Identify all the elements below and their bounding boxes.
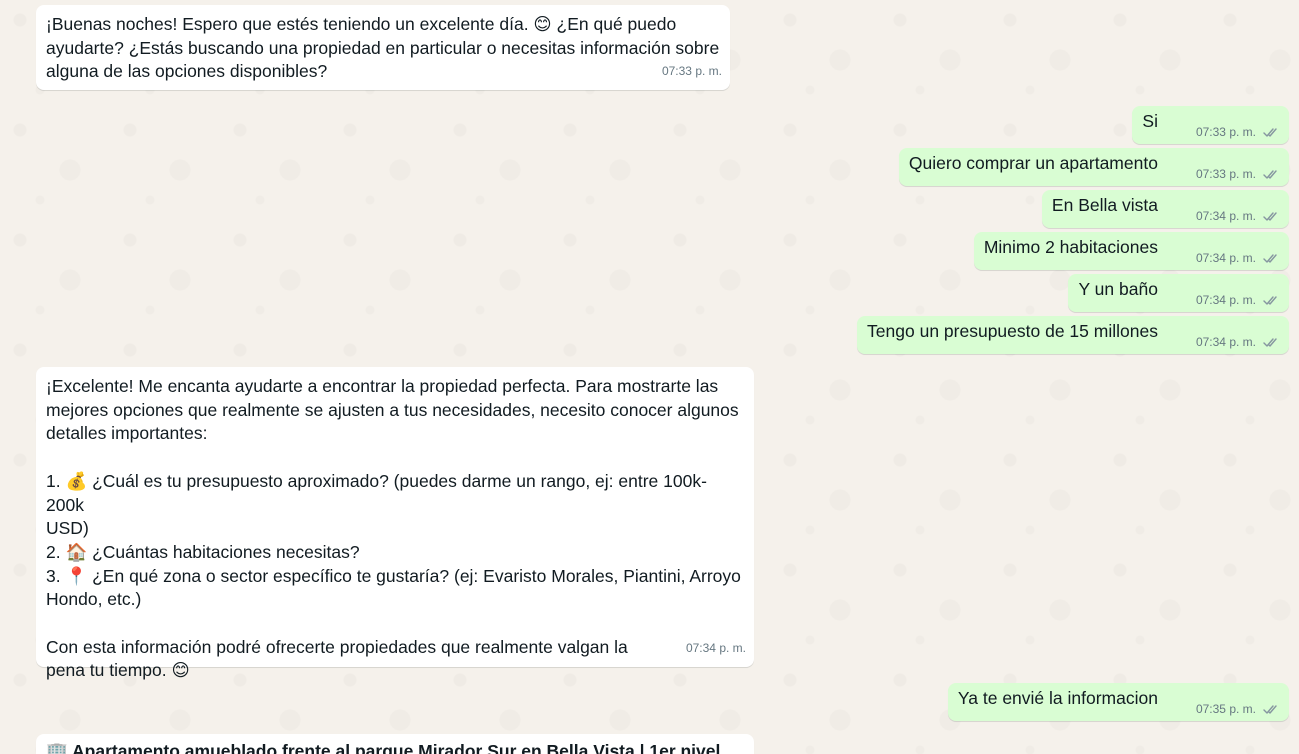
double-check-icon	[1263, 254, 1277, 264]
message-incoming[interactable]: 🏢 Apartamento amueblado frente al parque…	[36, 734, 754, 754]
message-outgoing[interactable]: Minimo 2 habitaciones 07:34 p. m.	[973, 232, 1289, 271]
message-text: Ya te envié la informacion	[957, 688, 1158, 708]
double-check-icon	[1263, 296, 1277, 306]
message-incoming[interactable]: ¡Buenas noches! Espero que estés teniend…	[36, 5, 730, 90]
message-time: 07:34 p. m.	[686, 637, 746, 661]
message-outgoing[interactable]: Tengo un presupuesto de 15 millones 07:3…	[857, 316, 1289, 354]
message-meta: 07:33 p. m.	[1196, 163, 1279, 187]
timestamp: 07:34 p. m.	[1195, 335, 1256, 349]
double-check-icon	[1263, 338, 1277, 348]
message-meta: 07:34 p. m.	[1196, 247, 1279, 271]
double-check-icon	[1263, 705, 1277, 715]
message-meta: 07:34 p. m.	[1196, 331, 1279, 355]
double-check-icon	[1263, 128, 1277, 138]
timestamp: 07:34 p. m.	[1195, 293, 1256, 307]
message-text: ¡Excelente! Me encanta ayudarte a encont…	[46, 376, 741, 681]
timestamp: 07:34 p. m.	[685, 641, 746, 656]
message-text: Quiero comprar un apartamento	[908, 153, 1158, 173]
message-text: En Bella vista	[1051, 195, 1158, 215]
message-text: Si	[1142, 111, 1158, 131]
timestamp: 07:33 p. m.	[1195, 167, 1256, 181]
message-outgoing[interactable]: Ya te envié la informacion 07:35 p. m.	[947, 683, 1289, 722]
message-outgoing[interactable]: Y un baño 07:34 p. m.	[1068, 274, 1289, 312]
message-incoming[interactable]: ¡Excelente! Me encanta ayudarte a encont…	[36, 367, 754, 680]
message-time: 07:33 p. m.	[662, 60, 722, 84]
timestamp: 07:34 p. m.	[1195, 209, 1256, 223]
message-text: Tengo un presupuesto de 15 millones	[867, 321, 1158, 341]
message-outgoing[interactable]: Si 07:33 p. m.	[1132, 106, 1289, 144]
message-meta: 07:35 p. m.	[1196, 698, 1279, 722]
timestamp: 07:33 p. m.	[661, 64, 722, 79]
double-check-icon	[1263, 212, 1277, 222]
timestamp: 07:35 p. m.	[1195, 702, 1256, 716]
message-text: Minimo 2 habitaciones	[983, 237, 1158, 257]
double-check-icon	[1263, 170, 1277, 180]
timestamp: 07:34 p. m.	[1195, 251, 1256, 265]
message-outgoing[interactable]: En Bella vista 07:34 p. m.	[1041, 190, 1289, 229]
message-text: ¡Buenas noches! Espero que estés teniend…	[46, 14, 720, 82]
timestamp: 07:33 p. m.	[1195, 125, 1256, 139]
message-meta: 07:33 p. m.	[1196, 121, 1279, 145]
message-text: 🏢 Apartamento amueblado frente al parque…	[46, 741, 721, 754]
message-meta: 07:34 p. m.	[1196, 289, 1279, 313]
message-outgoing[interactable]: Quiero comprar un apartamento 07:33 p. m…	[898, 148, 1289, 187]
message-meta: 07:34 p. m.	[1196, 205, 1279, 229]
message-text: Y un baño	[1078, 279, 1158, 299]
